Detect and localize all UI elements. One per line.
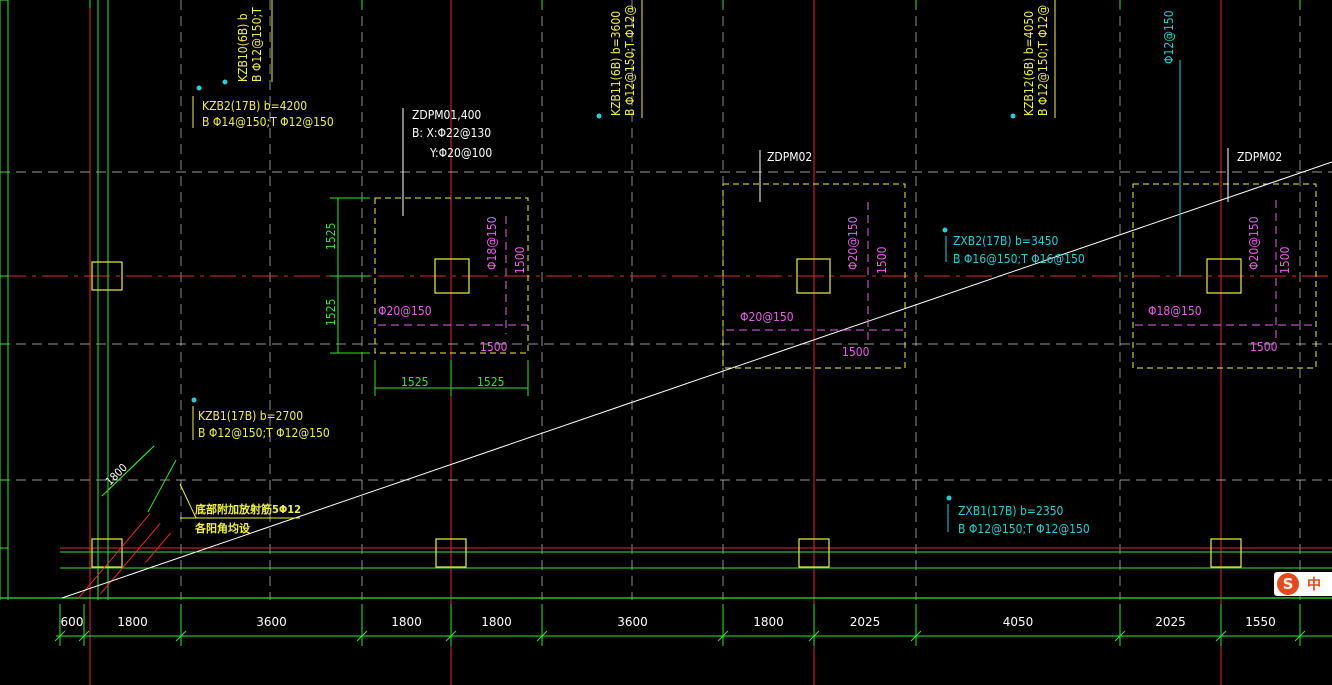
label-top-right-rebar: Φ12@150 <box>1162 10 1176 64</box>
bottom-dimension-chain: 600 1800 3600 1800 1800 3600 1800 2025 4050 2025 1… <box>54 604 1332 646</box>
label-kzb1-line1: KZB1(17B) b=2700 <box>198 409 303 423</box>
bottom-dimension-value: 600 <box>61 615 84 629</box>
pad1-dim-h: 1500 <box>480 340 508 354</box>
label-zxb1-line2: B Φ12@150;T Φ12@150 <box>958 522 1090 536</box>
label-zdpm01-line2: B: X:Φ22@130 <box>412 126 491 140</box>
diagonal-section-line[interactable] <box>61 161 1332 599</box>
label-corner-note-line2: 各阳角均设 <box>194 521 251 535</box>
bottom-dimension-value: 1550 <box>1245 615 1276 629</box>
ime-indicator[interactable]: S 中 <box>1274 572 1332 596</box>
pad1-vertical-rebar: Φ18@150 <box>485 216 499 270</box>
pad1-side-dim-1: 1525 <box>324 223 338 250</box>
label-kzb11: KZB11(6B) b=3600 B Φ12@150;T Φ12@ <box>609 5 637 116</box>
label-kzb1-line2: B Φ12@150;T Φ12@150 <box>198 426 330 440</box>
cad-drawing-canvas[interactable]: 600 1800 3600 1800 1800 3600 1800 2025 4050 2025 1… <box>0 0 1332 685</box>
bottom-dimension-value: 1800 <box>753 615 784 629</box>
ime-mode-label[interactable]: 中 <box>1307 574 1321 594</box>
label-kzb11-line1: KZB11(6B) b=3600 <box>609 11 623 116</box>
label-kzb11-line2: B Φ12@150;T Φ12@ <box>623 5 637 116</box>
label-leaders <box>179 0 1229 532</box>
label-zxb2-line1: ZXB2(17B) b=3450 <box>953 234 1059 248</box>
label-zxb1-line1: ZXB1(17B) b=2350 <box>958 504 1064 518</box>
label-kzb2-line1: KZB2(17B) b=4200 <box>202 99 307 113</box>
pad2-vertical-rebar: Φ20@150 <box>846 216 860 270</box>
label-kzb12: KZB12(6B) b=4050 B Φ12@150;T Φ12@ <box>1022 5 1050 116</box>
pad1-side-dim-2: 1525 <box>324 299 338 326</box>
pad3-dim-v: 1500 <box>1278 246 1292 274</box>
pad2-dim-v: 1500 <box>875 246 889 274</box>
bottom-dimension-value: 1800 <box>117 615 148 629</box>
sogou-logo-icon[interactable]: S <box>1277 573 1299 595</box>
label-corner-dim: 1800 <box>103 461 130 488</box>
bottom-dimension-value: 1800 <box>391 615 422 629</box>
bottom-dimension-value: 4050 <box>1003 615 1034 629</box>
bottom-dimension-value: 3600 <box>617 615 648 629</box>
pad1-dim-v: 1500 <box>513 246 527 274</box>
bottom-dimension-value: 2025 <box>850 615 881 629</box>
pad3-vertical-rebar: Φ20@150 <box>1247 216 1261 270</box>
label-zdpm01-line1: ZDPM01,400 <box>412 108 481 122</box>
label-kzb2-line2: B Φ14@150;T Φ12@150 <box>202 115 334 129</box>
pad3-dim-h: 1500 <box>1250 340 1278 354</box>
bottom-dimension-value: 2025 <box>1155 615 1186 629</box>
label-zdpm02-a: ZDPM02 <box>767 150 812 164</box>
pad2-horizontal-rebar: Φ20@150 <box>740 310 794 324</box>
label-corner-note-line1: 底部附加放射筋5Φ12 <box>195 502 301 516</box>
label-zxb2-line2: B Φ16@150;T Φ16@150 <box>953 252 1085 266</box>
label-kzb10-line1: KZB10(6B) b <box>236 13 250 82</box>
pad1-bottom-dim-2: 1525 <box>477 375 504 389</box>
pad1-horizontal-rebar: Φ20@150 <box>378 304 432 318</box>
bottom-dimension-value: 3600 <box>256 615 287 629</box>
pad3-horizontal-rebar: Φ18@150 <box>1148 304 1202 318</box>
label-zdpm02-b: ZDPM02 <box>1237 150 1282 164</box>
label-kzb12-line1: KZB12(6B) b=4050 <box>1022 11 1036 116</box>
bottom-dimension-value: 1800 <box>481 615 512 629</box>
label-kzb12-line2: B Φ12@150;T Φ12@ <box>1036 5 1050 116</box>
grid-lines <box>0 0 1332 685</box>
label-kzb10-line2: B Φ12@150;T <box>250 7 264 82</box>
label-zdpm01-line3: Y:Φ20@100 <box>429 146 492 160</box>
pad1-bottom-dim-1: 1525 <box>401 375 428 389</box>
pad2-dim-h: 1500 <box>842 345 870 359</box>
label-kzb10: KZB10(6B) b B Φ12@150;T <box>236 7 264 82</box>
